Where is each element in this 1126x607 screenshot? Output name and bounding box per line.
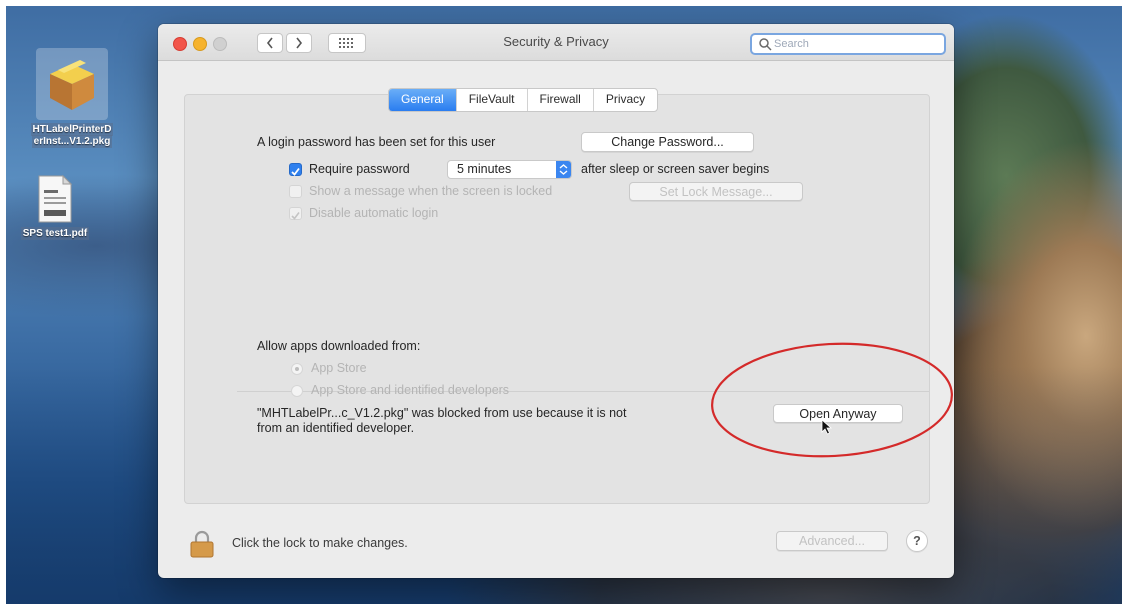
radio-identified-developers-label: App Store and identified developers — [311, 383, 510, 397]
checkmark-icon — [291, 167, 300, 176]
lock-icon[interactable] — [188, 530, 216, 558]
popup-value: 5 minutes — [457, 162, 512, 176]
desktop-icon-label: SPS test1.pdf — [20, 227, 90, 240]
desktop-icon-pdf[interactable]: SPS test1.pdf — [6, 174, 110, 240]
search-placeholder: Search — [774, 38, 809, 50]
desktop-icon-pkg[interactable]: HTLabelPrinterD erInst...V1.2.pkg — [12, 48, 132, 148]
after-sleep-text: after sleep or screen saver begins — [581, 162, 770, 176]
help-button[interactable]: ? — [906, 530, 928, 552]
lock-text: Click the lock to make changes. — [232, 536, 408, 550]
blocked-message-line2: from an identified developer. — [257, 421, 415, 435]
tab-privacy[interactable]: Privacy — [594, 89, 657, 111]
radio-identified-developers[interactable] — [291, 385, 303, 397]
pdf-document-icon — [38, 174, 73, 223]
require-password-label: Require password — [309, 162, 410, 176]
tab-firewall[interactable]: Firewall — [528, 89, 594, 111]
login-password-text: A login password has been set for this u… — [257, 135, 496, 149]
allow-apps-heading: Allow apps downloaded from: — [257, 339, 421, 353]
tab-filevault[interactable]: FileVault — [457, 89, 528, 111]
tab-general[interactable]: General — [389, 89, 457, 111]
search-icon — [759, 38, 772, 51]
set-lock-message-button[interactable]: Set Lock Message... — [629, 182, 803, 201]
desktop-icon-label: erInst...V1.2.pkg — [31, 135, 113, 148]
show-message-label: Show a message when the screen is locked — [309, 184, 553, 198]
disable-auto-login-checkbox[interactable] — [289, 207, 302, 220]
popup-arrows-icon — [556, 161, 571, 178]
package-icon — [36, 48, 108, 120]
desktop-background: HTLabelPrinterD erInst...V1.2.pkg SPS te… — [6, 6, 1122, 604]
change-password-button[interactable]: Change Password... — [581, 132, 754, 152]
disable-auto-login-label: Disable automatic login — [309, 206, 439, 220]
title-bar: Security & Privacy Search — [158, 24, 954, 61]
show-message-checkbox[interactable] — [289, 185, 302, 198]
open-anyway-button[interactable]: Open Anyway — [773, 404, 903, 423]
tab-bar: General FileVault Firewall Privacy — [388, 88, 659, 112]
general-pane: A login password has been set for this u… — [184, 94, 930, 504]
advanced-button[interactable]: Advanced... — [776, 531, 888, 551]
blocked-message-line1: "MHTLabelPr...c_V1.2.pkg" was blocked fr… — [257, 406, 627, 420]
radio-app-store-label: App Store — [311, 361, 367, 375]
radio-app-store[interactable] — [291, 363, 303, 375]
require-password-delay-popup[interactable]: 5 minutes — [447, 160, 572, 179]
mouse-pointer-icon — [821, 419, 833, 435]
checkmark-icon — [291, 212, 300, 220]
search-field[interactable]: Search — [750, 33, 946, 55]
require-password-checkbox[interactable] — [289, 163, 302, 176]
security-privacy-window: Security & Privacy Search General FileVa… — [158, 24, 954, 578]
